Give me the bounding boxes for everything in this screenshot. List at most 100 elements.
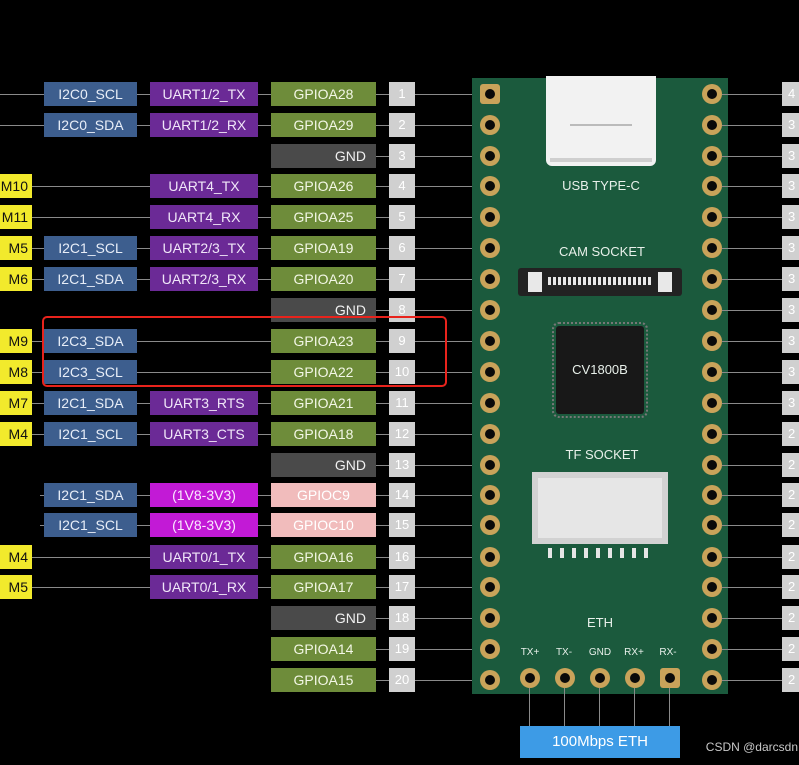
gpio-label: GPIOA16 bbox=[271, 545, 376, 569]
header-pad bbox=[702, 362, 722, 382]
pin-number: 2 bbox=[782, 575, 799, 599]
i2c-label: I2C1_SDA bbox=[44, 267, 137, 291]
pin-number: 4 bbox=[389, 174, 415, 198]
eth-badge: 100Mbps ETH bbox=[520, 726, 680, 758]
pin-number: 11 bbox=[389, 391, 415, 415]
pin-number: 18 bbox=[389, 606, 415, 630]
pin-number: 2 bbox=[782, 422, 799, 446]
header-pad bbox=[702, 670, 722, 690]
pin-line bbox=[722, 434, 782, 435]
pin-number: 3 bbox=[389, 144, 415, 168]
gpio-label: GPIOA19 bbox=[271, 236, 376, 260]
usb-connector bbox=[546, 76, 656, 166]
header-pad bbox=[480, 115, 500, 135]
pin-line bbox=[722, 618, 782, 619]
pin-line bbox=[722, 372, 782, 373]
eth-line bbox=[529, 688, 530, 726]
tf-label: TF SOCKET bbox=[565, 447, 639, 462]
pin-number: 3 bbox=[782, 298, 799, 322]
pwm-label: M4 bbox=[0, 545, 32, 569]
pin-number: 4 bbox=[782, 82, 799, 106]
eth-line bbox=[599, 688, 600, 726]
header-pad bbox=[480, 455, 500, 475]
pin-line bbox=[722, 310, 782, 311]
pin-number: 2 bbox=[782, 606, 799, 630]
pin-number: 1 bbox=[389, 82, 415, 106]
uart-label: UART0/1_RX bbox=[150, 575, 258, 599]
pin-number: 17 bbox=[389, 575, 415, 599]
voltage-label: (1V8-3V3) bbox=[150, 513, 258, 537]
pin-line bbox=[722, 525, 782, 526]
pin-number: 2 bbox=[389, 113, 415, 137]
header-pad bbox=[480, 300, 500, 320]
header-pad bbox=[480, 670, 500, 690]
pin-number: 3 bbox=[782, 391, 799, 415]
pin-number: 14 bbox=[389, 483, 415, 507]
pin-number: 7 bbox=[389, 267, 415, 291]
gpio-label: GPIOC9 bbox=[271, 483, 376, 507]
header-pad bbox=[480, 146, 500, 166]
pin-line bbox=[722, 94, 782, 95]
header-pad bbox=[702, 393, 722, 413]
header-pad bbox=[480, 176, 500, 196]
gpio-label: GPIOA20 bbox=[271, 267, 376, 291]
uart-label: UART4_RX bbox=[150, 205, 258, 229]
eth-pin-label: GND bbox=[588, 647, 612, 658]
eth-pad bbox=[625, 668, 645, 688]
eth-pad bbox=[660, 668, 680, 688]
pin-line bbox=[722, 341, 782, 342]
header-pad bbox=[702, 238, 722, 258]
eth-pad bbox=[555, 668, 575, 688]
header-pad bbox=[702, 547, 722, 567]
header-pad bbox=[702, 455, 722, 475]
header-pad bbox=[480, 485, 500, 505]
header-pad bbox=[480, 84, 500, 104]
gpio-label: GPIOA25 bbox=[271, 205, 376, 229]
pwm-label: M9 bbox=[0, 329, 32, 353]
header-pad bbox=[702, 485, 722, 505]
tf-pins bbox=[548, 548, 652, 558]
header-pad bbox=[480, 393, 500, 413]
watermark: CSDN @darcsdn bbox=[705, 740, 798, 754]
pin-line bbox=[722, 248, 782, 249]
header-pad bbox=[702, 577, 722, 597]
eth-label: ETH bbox=[587, 615, 613, 630]
pwm-label: M11 bbox=[0, 205, 32, 229]
header-pad bbox=[702, 84, 722, 104]
pin-number: 15 bbox=[389, 513, 415, 537]
pin-line bbox=[722, 156, 782, 157]
pin-number: 3 bbox=[782, 329, 799, 353]
gpio-label: GPIOA26 bbox=[271, 174, 376, 198]
pin-line bbox=[722, 557, 782, 558]
pin-number: 3 bbox=[782, 113, 799, 137]
header-pad bbox=[480, 577, 500, 597]
cam-socket bbox=[518, 268, 682, 296]
pin-number: 2 bbox=[782, 637, 799, 661]
header-pad bbox=[480, 547, 500, 567]
uart-label: UART2/3_RX bbox=[150, 267, 258, 291]
header-pad bbox=[480, 515, 500, 535]
gpio-label: GPIOA21 bbox=[271, 391, 376, 415]
gpio-label: GPIOA17 bbox=[271, 575, 376, 599]
pin-number: 2 bbox=[782, 668, 799, 692]
i2c-label: I2C1_SDA bbox=[44, 391, 137, 415]
pin-number: 3 bbox=[782, 205, 799, 229]
pin-line bbox=[722, 649, 782, 650]
pin-number: 3 bbox=[782, 267, 799, 291]
gpio-label: GPIOA18 bbox=[271, 422, 376, 446]
header-pad bbox=[480, 331, 500, 351]
pwm-label: M5 bbox=[0, 575, 32, 599]
i2c-label: I2C1_SCL bbox=[44, 236, 137, 260]
pin-number: 5 bbox=[389, 205, 415, 229]
eth-pin-label: RX- bbox=[659, 647, 677, 658]
header-pad bbox=[480, 269, 500, 289]
uart-label: UART1/2_TX bbox=[150, 82, 258, 106]
i2c-label: I2C1_SCL bbox=[44, 513, 137, 537]
header-pad bbox=[480, 608, 500, 628]
header-pad bbox=[702, 515, 722, 535]
uart-label: UART2/3_TX bbox=[150, 236, 258, 260]
header-pad bbox=[480, 639, 500, 659]
header-pad bbox=[480, 424, 500, 444]
gpio-label: GPIOA14 bbox=[271, 637, 376, 661]
i2c-label: I2C1_SDA bbox=[44, 483, 137, 507]
